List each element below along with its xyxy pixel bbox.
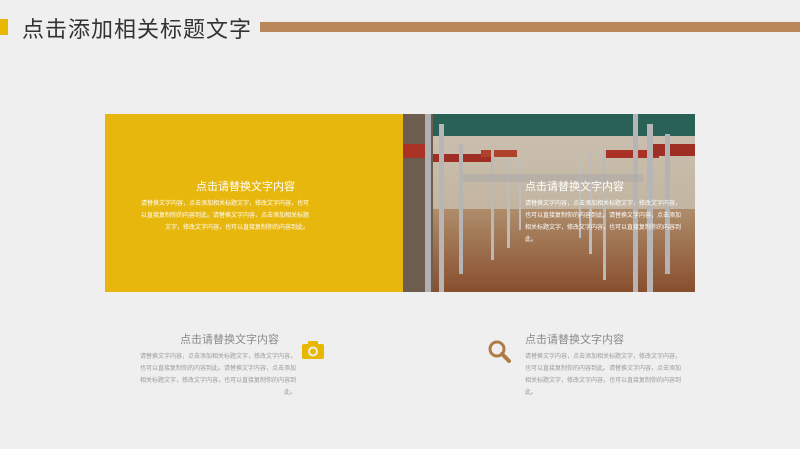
yellow-text-card: 点击请替换文字内容 请替换文字内容，点击添加相关标题文字，修改文字内容，也可以直…	[105, 114, 403, 292]
search-icon	[488, 340, 511, 363]
camera-icon	[302, 341, 324, 359]
yellow-card-title[interactable]: 点击请替换文字内容	[196, 178, 295, 194]
title-accent	[0, 19, 8, 35]
title-bar	[260, 22, 800, 32]
block-left-title[interactable]: 点击请替换文字内容	[180, 331, 279, 347]
photo-card-body[interactable]: 请替换文字内容，点击添加相关标题文字，修改文字内容，也可以直接复制你的内容到此。…	[525, 198, 685, 246]
block-left-body[interactable]: 请替换文字内容，点击添加相关标题文字，修改文字内容，也可以直接复制你的内容到此。…	[138, 351, 296, 399]
photo-card-title[interactable]: 点击请替换文字内容	[525, 178, 624, 194]
page-title[interactable]: 点击添加相关标题文字	[22, 12, 252, 44]
block-right-body[interactable]: 请替换文字内容，点击添加相关标题文字，修改文字内容，也可以直接复制你的内容到此。…	[525, 351, 685, 399]
block-right-title[interactable]: 点击请替换文字内容	[525, 331, 624, 347]
yellow-card-body[interactable]: 请替换文字内容，点击添加相关标题文字，修改文字内容，也可以直接复制你的内容到此。…	[139, 198, 309, 234]
classroom-photo-card: 点击请替换文字内容 请替换文字内容，点击添加相关标题文字，修改文字内容，也可以直…	[403, 114, 695, 292]
